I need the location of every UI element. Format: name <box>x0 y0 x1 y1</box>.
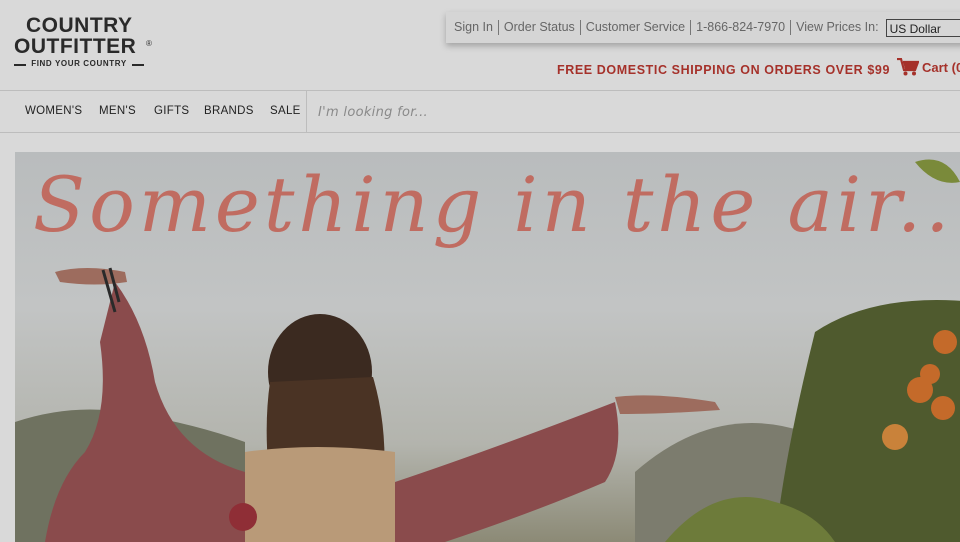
nav-item-gifts[interactable]: GIFTS <box>154 91 189 132</box>
order-status-link[interactable]: Order Status <box>499 20 581 35</box>
site-header: COUNTRY OUTFITTER ® FIND YOUR COUNTRY Si… <box>0 0 960 91</box>
cart-button[interactable]: Cart (0 <box>897 58 960 76</box>
customer-service-link[interactable]: Customer Service <box>581 20 692 35</box>
registered-mark: ® <box>146 39 152 48</box>
nav-item-mens[interactable]: MEN'S <box>99 91 136 132</box>
view-prices-label: View Prices In: <box>796 20 879 34</box>
search-input[interactable] <box>310 95 960 129</box>
shopping-cart-icon <box>897 58 919 76</box>
logo-line-1: COUNTRY <box>26 14 133 37</box>
free-shipping-banner: FREE DOMESTIC SHIPPING ON ORDERS OVER $9… <box>557 63 890 77</box>
logo-line-2: OUTFITTER <box>14 35 137 58</box>
phone-number[interactable]: 1-866-824-7970 <box>691 20 792 35</box>
main-nav: WOMEN'S MEN'S GIFTS BRANDS SALE <box>0 90 960 133</box>
brand-logo[interactable]: COUNTRY OUTFITTER ® FIND YOUR COUNTRY <box>14 15 154 71</box>
nav-item-sale[interactable]: SALE <box>270 91 301 132</box>
nav-item-brands[interactable]: BRANDS <box>204 91 254 132</box>
hero-headline: Something in the air... <box>33 160 960 249</box>
cart-label: Cart (0 <box>922 59 960 75</box>
utility-bar: Sign In Order Status Customer Service 1-… <box>446 12 960 43</box>
logo-tagline: FIND YOUR COUNTRY <box>14 59 144 68</box>
sign-in-link[interactable]: Sign In <box>446 20 499 35</box>
nav-divider <box>306 91 307 132</box>
hero-banner[interactable]: Something in the air... <box>15 152 960 542</box>
currency-select[interactable]: US Dollar <box>885 18 960 37</box>
nav-item-womens[interactable]: WOMEN'S <box>25 91 82 132</box>
